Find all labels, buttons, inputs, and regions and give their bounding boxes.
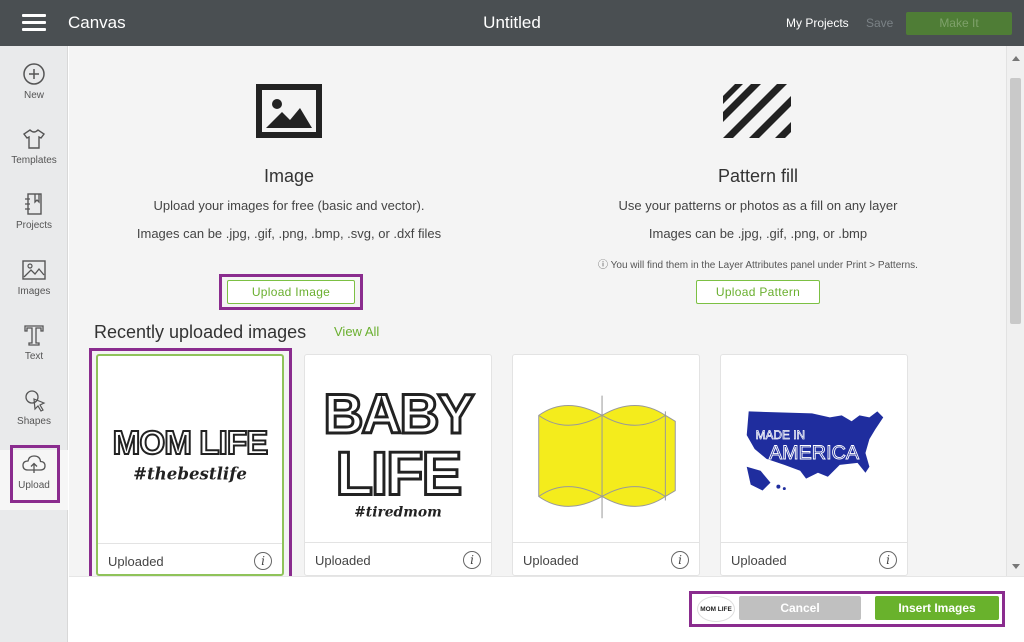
upload-pattern-button[interactable]: Upload Pattern (696, 280, 820, 304)
upload-image-highlight (219, 274, 363, 310)
sidebar-item-label: Templates (11, 155, 57, 166)
save-button[interactable]: Save (866, 16, 893, 30)
bottom-action-bar: MOM LIFE Cancel Insert Images (69, 576, 1024, 642)
image-icon (22, 260, 46, 280)
sidebar-item-label: Text (24, 351, 44, 362)
sidebar-item-text[interactable]: Text (0, 321, 68, 381)
top-bar: Canvas Untitled My Projects Save Make It (0, 0, 1024, 46)
insert-images-button[interactable]: Insert Images (875, 596, 999, 620)
yellow-pillow-box-thumbnail (538, 395, 676, 519)
card-status-label: Uploaded (731, 553, 787, 568)
sidebar-item-templates[interactable]: Templates (0, 125, 68, 185)
card-status-label: Uploaded (315, 553, 371, 568)
projects-icon (25, 193, 42, 215)
scroll-down-arrow-icon[interactable] (1012, 564, 1020, 569)
image-section-formats: Images can be .jpg, .gif, .png, .bmp, .s… (136, 226, 442, 241)
card-footer: Uploaded i (305, 542, 491, 576)
pattern-section-formats: Images can be .jpg, .gif, .png, or .bmp (648, 226, 868, 241)
sidebar-item-projects[interactable]: Projects (0, 190, 68, 250)
my-projects-link[interactable]: My Projects (786, 16, 849, 30)
text-icon (24, 325, 44, 346)
scroll-up-arrow-icon[interactable] (1012, 56, 1020, 61)
svg-text:MOM LIFE: MOM LIFE (700, 606, 732, 613)
selected-card-highlight (89, 348, 292, 576)
svg-text:AMERICA: AMERICA (769, 442, 860, 464)
upload-highlight-box (10, 445, 60, 503)
upload-panel: Image Upload your images for free (basic… (69, 46, 1006, 576)
sidebar-item-shapes[interactable]: Shapes (0, 386, 68, 446)
image-section-description: Upload your images for free (basic and v… (153, 198, 425, 213)
pattern-fill-icon (723, 84, 791, 138)
sidebar-item-label: Images (17, 286, 51, 297)
pattern-section-description: Use your patterns or photos as a fill on… (618, 198, 898, 213)
uploaded-image-card-baby-life[interactable]: BABY LIFE #tiredmom Uploaded i (304, 354, 492, 576)
sidebar-item-label: Shapes (17, 416, 51, 427)
make-it-button[interactable]: Make It (906, 12, 1012, 35)
svg-text:LIFE: LIFE (336, 439, 461, 508)
shapes-icon (25, 390, 46, 412)
card-footer: Uploaded i (721, 542, 907, 576)
cancel-button[interactable]: Cancel (739, 596, 861, 620)
recently-uploaded-heading: Recently uploaded images (94, 322, 307, 342)
image-upload-icon (256, 84, 322, 138)
hamburger-menu-icon[interactable] (22, 14, 46, 32)
made-in-america-thumbnail: MADE IN AMERICA (746, 411, 884, 491)
svg-text:MADE IN: MADE IN (756, 428, 805, 442)
baby-life-thumbnail: BABY LIFE #tiredmom (322, 382, 478, 521)
uploaded-image-card-yellow-box[interactable]: Uploaded i (512, 354, 700, 576)
sidebar-item-label: Projects (15, 220, 53, 231)
scrollbar-thumb[interactable] (1010, 78, 1021, 324)
sidebar-item-label: New (23, 90, 44, 101)
card-footer: Uploaded i (513, 542, 699, 576)
sidebar-item-images[interactable]: Images (0, 256, 68, 316)
view-all-link[interactable]: View All (334, 324, 379, 339)
sidebar-item-new[interactable]: New (0, 60, 68, 120)
uploaded-image-card-made-in-america[interactable]: MADE IN AMERICA Uploaded i (720, 354, 908, 576)
vertical-scrollbar[interactable] (1006, 46, 1024, 576)
left-sidebar: New Templates Projects Images Text Shape… (0, 46, 68, 642)
image-section-title: Image (263, 166, 315, 186)
info-icon[interactable]: i (463, 551, 481, 569)
plus-circle-icon (23, 63, 45, 85)
app-title: Canvas (68, 13, 126, 32)
info-icon[interactable]: i (879, 551, 897, 569)
info-icon[interactable]: i (671, 551, 689, 569)
svg-text:#tiredmom: #tiredmom (354, 504, 442, 520)
card-status-label: Uploaded (523, 553, 579, 568)
shirt-icon (22, 129, 46, 149)
selected-image-mini-thumbnail: MOM LIFE (697, 596, 735, 622)
svg-text:BABY: BABY (323, 383, 474, 445)
pattern-section-title: Pattern fill (717, 166, 799, 186)
pattern-section-note: ⓘ You will find them in the Layer Attrib… (598, 260, 918, 271)
